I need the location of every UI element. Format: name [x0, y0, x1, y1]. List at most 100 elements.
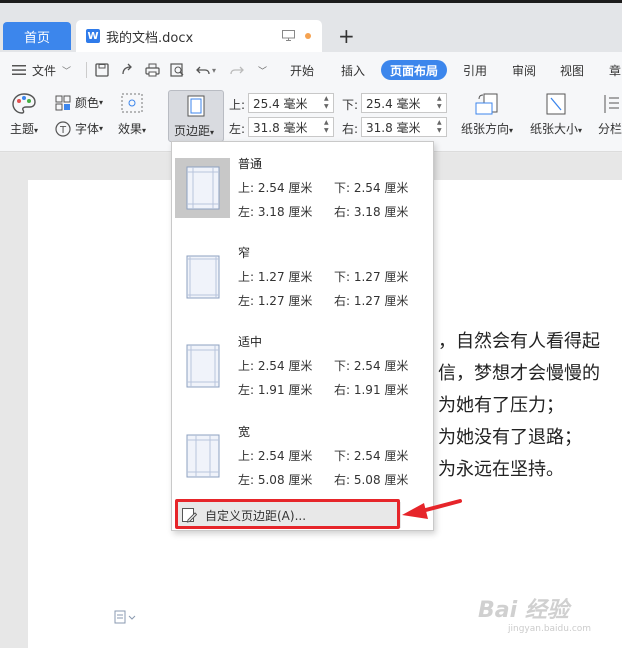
paper-size-button[interactable]: 纸张大小▾: [530, 92, 582, 137]
bottom-margin-value: 25.4 毫米: [366, 96, 421, 111]
effects-icon: [121, 93, 143, 113]
preset-right: 右: 1.27 厘米: [334, 294, 409, 308]
bottom-margin-input[interactable]: 25.4 毫米 ▲ ▼: [361, 93, 447, 113]
tab-page-layout[interactable]: 页面布局: [381, 60, 448, 80]
preset-top: 上: 2.54 厘米: [238, 181, 313, 195]
print-button[interactable]: [145, 58, 160, 82]
spin-arrows-icon[interactable]: ▲ ▼: [324, 95, 331, 111]
page-margins-icon: [187, 95, 205, 117]
margin-preset-normal[interactable]: 普通 上: 2.54 厘米 下: 2.54 厘米 左: 3.18 厘米 右: 3…: [172, 142, 435, 230]
share-button[interactable]: [120, 58, 134, 82]
margins-dropdown: 普通 上: 2.54 厘米 下: 2.54 厘米 左: 3.18 厘米 右: 3…: [171, 141, 434, 531]
svg-text:T: T: [59, 125, 67, 136]
tab-chapter[interactable]: 章: [609, 60, 621, 80]
paragraph-layout-icon[interactable]: [114, 610, 136, 624]
print-preview-icon: [170, 63, 184, 77]
columns-button[interactable]: 分栏: [598, 92, 622, 137]
chevron-down-icon: ﹀: [62, 66, 72, 77]
bottom-margin-label: 下:: [342, 98, 359, 112]
preset-top: 上: 1.27 厘米: [238, 270, 313, 284]
file-menu-label: 文件: [32, 63, 57, 78]
tab-insert[interactable]: 插入: [341, 60, 365, 80]
ribbon-menu-row: 文件 ﹀ ▾ ﹀ 开始 插入 页面布局 引用 审阅 视图 章: [0, 58, 622, 82]
spin-arrows-icon[interactable]: ▲ ▼: [437, 95, 444, 111]
undo-button[interactable]: ▾: [196, 58, 216, 82]
orientation-button[interactable]: 纸张方向▾: [461, 92, 513, 137]
top-strip: [0, 0, 622, 3]
new-tab-button[interactable]: +: [338, 24, 355, 48]
document-text-line: 为她没有了退路；: [438, 427, 582, 448]
preset-top: 上: 2.54 厘米: [238, 449, 313, 463]
preset-right: 右: 3.18 厘米: [334, 205, 409, 219]
orientation-icon: [475, 93, 498, 115]
redo-button[interactable]: [230, 58, 244, 82]
chevron-down-icon: ﹀: [258, 66, 268, 77]
undo-icon: [196, 66, 210, 75]
spin-arrows-icon[interactable]: ▲ ▼: [437, 119, 444, 135]
watermark-logo: Bai 经验: [478, 598, 569, 623]
redo-icon: [230, 66, 244, 75]
spin-arrows-icon[interactable]: ▲ ▼: [324, 119, 331, 135]
tab-review[interactable]: 审阅: [512, 60, 536, 80]
top-margin-value: 25.4 毫米: [253, 96, 308, 111]
preset-name: 适中: [238, 335, 263, 349]
tab-start[interactable]: 开始: [290, 60, 314, 80]
effects-label: 效果▾: [118, 122, 147, 136]
unsaved-dot-icon: [305, 33, 311, 39]
color-grid-icon: [55, 95, 71, 110]
effects-button[interactable]: 效果▾: [118, 92, 146, 137]
left-margin-input[interactable]: 31.8 毫米 ▲ ▼: [248, 117, 334, 137]
document-text-line: 为她有了压力；: [438, 395, 564, 416]
orientation-label: 纸张方向▾: [461, 122, 514, 136]
preview-button[interactable]: [170, 58, 185, 82]
preset-left: 左: 1.27 厘米: [238, 294, 313, 308]
tab-document[interactable]: W 我的文档.docx: [76, 20, 322, 52]
right-margin-value: 31.8 毫米: [366, 120, 421, 135]
paper-size-label: 纸张大小▾: [530, 122, 583, 136]
monitor-icon[interactable]: [282, 30, 295, 41]
page-margins-icon: [186, 434, 219, 478]
tab-references[interactable]: 引用: [463, 60, 487, 80]
theme-button[interactable]: 主题▾: [10, 92, 38, 137]
preset-thumbnail: [175, 247, 230, 307]
save-icon: [95, 63, 109, 77]
tab-view[interactable]: 视图: [560, 60, 584, 80]
tab-bar: 首页 W 我的文档.docx +: [0, 0, 622, 52]
document-text-line: 为永远在坚持。: [438, 459, 564, 480]
font-button[interactable]: T 字体 ▾: [55, 120, 103, 137]
top-margin-input[interactable]: 25.4 毫米 ▲ ▼: [248, 93, 334, 113]
tab-home[interactable]: 首页: [3, 22, 71, 50]
chevron-down-icon: ▾: [212, 65, 217, 75]
page-margins-icon: [186, 255, 219, 299]
preset-left: 左: 3.18 厘米: [238, 205, 313, 219]
margin-preset-wide[interactable]: 宽 上: 2.54 厘米 下: 2.54 厘米 左: 5.08 厘米 右: 5.…: [172, 410, 435, 498]
preset-thumbnail: [175, 426, 230, 486]
file-menu[interactable]: 文件 ﹀: [12, 58, 71, 82]
margins-label: 页边距▾: [174, 124, 215, 138]
palette-icon: [12, 93, 36, 114]
preset-top: 上: 2.54 厘米: [238, 359, 313, 373]
left-margin-value: 31.8 毫米: [253, 120, 308, 135]
preset-name: 普通: [238, 157, 263, 171]
share-icon: [122, 63, 132, 75]
margins-button[interactable]: 页边距▾: [168, 90, 224, 142]
margin-preset-moderate[interactable]: 适中 上: 2.54 厘米 下: 2.54 厘米 左: 1.91 厘米 右: 1…: [172, 320, 435, 408]
document-text-line: ，自然会有人看得起: [438, 331, 600, 352]
color-button[interactable]: 颜色 ▾: [55, 94, 103, 111]
top-margin-label: 上:: [229, 98, 246, 112]
theme-label: 主题▾: [10, 122, 39, 136]
left-margin-label: 左:: [229, 122, 246, 136]
color-label: 颜色: [75, 96, 100, 110]
page-margins-icon: [186, 166, 219, 210]
quick-access-dropdown[interactable]: ﹀: [258, 58, 267, 82]
print-icon: [145, 63, 160, 77]
margin-preset-narrow[interactable]: 窄 上: 1.27 厘米 下: 1.27 厘米 左: 1.27 厘米 右: 1.…: [172, 231, 435, 319]
preset-name: 宽: [238, 425, 251, 439]
font-label: 字体: [75, 122, 100, 136]
watermark-url: jingyan.baidu.com: [508, 624, 592, 634]
save-button[interactable]: [95, 58, 109, 82]
preset-thumbnail: [175, 336, 230, 396]
hamburger-icon: [12, 65, 26, 75]
divider: [86, 62, 87, 78]
right-margin-input[interactable]: 31.8 毫米 ▲ ▼: [361, 117, 447, 137]
